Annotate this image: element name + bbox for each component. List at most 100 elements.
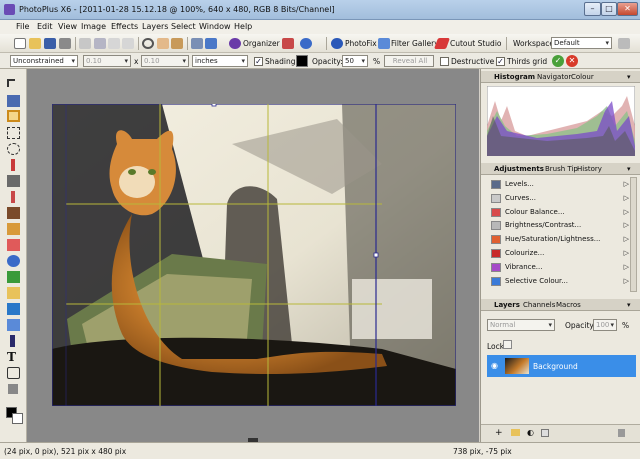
tab-brush-tip[interactable]: Brush Tip	[545, 165, 578, 173]
new-layer-group-icon[interactable]	[511, 429, 520, 436]
workspace-menu-icon[interactable]	[618, 38, 630, 49]
layer-name[interactable]: Background	[533, 362, 578, 371]
layer-opacity-field[interactable]: 100	[593, 319, 617, 331]
menu-view[interactable]: View	[58, 22, 77, 31]
print-icon[interactable]	[59, 38, 71, 49]
bag-icon[interactable]	[282, 38, 294, 49]
close-button[interactable]: ✕	[617, 2, 638, 16]
commit-icon[interactable]: ✓	[552, 55, 564, 67]
add-adjustment-arrow-icon[interactable]: ▷	[624, 206, 629, 219]
new-file-icon[interactable]	[14, 38, 26, 49]
adjustment-layer-icon[interactable]: ◐	[527, 428, 534, 437]
photo-canvas[interactable]	[52, 104, 456, 406]
crop-width-field[interactable]: 0.10	[83, 55, 131, 67]
reveal-all-button[interactable]: Reveal All	[384, 55, 434, 67]
open-folder-icon[interactable]	[29, 38, 41, 49]
thirds-grid-checkbox[interactable]: ✓	[496, 57, 505, 66]
fill-tool-icon[interactable]	[7, 303, 20, 315]
shading-colour-swatch[interactable]	[296, 55, 308, 67]
adjustment-item[interactable]: Vibrance... ▷	[491, 261, 629, 274]
node-edit-tool-icon[interactable]	[8, 384, 18, 394]
tab-layers[interactable]: Layers	[494, 301, 520, 309]
layer-mask-icon[interactable]	[541, 429, 549, 437]
selection-deform-tool-icon[interactable]	[7, 95, 20, 107]
rectangle-selection-tool-icon[interactable]	[7, 127, 20, 139]
menu-file[interactable]: File	[16, 22, 29, 31]
blend-mode-select[interactable]: Normal	[487, 319, 555, 331]
cutout-studio-button[interactable]: Cutout Studio	[450, 39, 502, 48]
maximize-button[interactable]: □	[601, 2, 617, 16]
add-adjustment-arrow-icon[interactable]: ▷	[624, 178, 629, 191]
dodge-tool-icon[interactable]	[7, 287, 20, 299]
lasso-tool-icon[interactable]	[7, 143, 20, 155]
redo-icon[interactable]	[122, 38, 134, 49]
add-adjustment-arrow-icon[interactable]: ▷	[624, 219, 629, 232]
adjustment-item[interactable]: Colourize... ▷	[491, 247, 629, 260]
photofix-button[interactable]: PhotoFix	[345, 39, 377, 48]
delete-layer-icon[interactable]	[618, 429, 625, 437]
menu-effects[interactable]: Effects	[111, 22, 138, 31]
adjustment-item[interactable]: Colour Balance... ▷	[491, 206, 629, 219]
eraser-tool-icon[interactable]	[7, 239, 20, 251]
hand-tool-icon[interactable]	[157, 38, 169, 49]
crop-height-field[interactable]: 0.10	[141, 55, 189, 67]
workspace-select[interactable]: Default	[551, 37, 612, 49]
shading-checkbox[interactable]: ✓	[254, 57, 263, 66]
units-select[interactable]: inches	[192, 55, 248, 67]
minimize-button[interactable]: –	[584, 2, 601, 16]
stamp-tool-icon[interactable]	[7, 223, 20, 235]
brush-picker-icon[interactable]	[191, 38, 203, 49]
ruler-icon[interactable]	[171, 38, 183, 49]
adjustments-scrollbar[interactable]	[630, 177, 637, 292]
menu-layers[interactable]: Layers	[142, 22, 168, 31]
lock-checkbox[interactable]	[503, 340, 512, 349]
paintbrush-tool-icon[interactable]	[7, 207, 20, 219]
zoom-icon[interactable]	[142, 38, 154, 49]
crop-tool-icon[interactable]	[7, 110, 20, 122]
text-tool-icon[interactable]: T	[7, 351, 20, 363]
adjustment-item[interactable]: Hue/Saturation/Lightness... ▷	[491, 233, 629, 246]
colour-pickup-tool-icon[interactable]	[11, 191, 15, 203]
adjustment-item[interactable]: Selective Colour... ▷	[491, 275, 629, 288]
background-colour-swatch[interactable]	[12, 413, 23, 424]
eye-icon[interactable]: ◉	[491, 361, 498, 370]
tab-colour[interactable]: Colour	[571, 73, 594, 81]
cancel-icon[interactable]: ✕	[566, 55, 578, 67]
add-adjustment-arrow-icon[interactable]: ▷	[624, 275, 629, 288]
magic-wand-tool-icon[interactable]	[11, 159, 15, 171]
add-adjustment-arrow-icon[interactable]: ▷	[624, 192, 629, 205]
adjustment-item[interactable]: Levels... ▷	[491, 178, 629, 191]
copy-icon[interactable]	[94, 38, 106, 49]
tab-adjustments[interactable]: Adjustments	[494, 165, 544, 173]
shading-opacity-field[interactable]: 50	[342, 55, 368, 67]
red-eye-tool-icon[interactable]	[7, 255, 20, 267]
organizer-button[interactable]: Organizer	[243, 39, 280, 48]
menu-select[interactable]: Select	[171, 22, 196, 31]
destructive-checkbox[interactable]	[440, 57, 449, 66]
pen-tool-icon[interactable]	[10, 335, 15, 347]
tab-channels[interactable]: Channels	[523, 301, 555, 309]
shape-tool-icon[interactable]	[7, 367, 20, 379]
adjustment-item[interactable]: Curves... ▷	[491, 192, 629, 205]
tab-histogram[interactable]: Histogram	[494, 73, 535, 81]
tab-navigator[interactable]: Navigator	[537, 73, 571, 81]
add-adjustment-arrow-icon[interactable]: ▷	[624, 261, 629, 274]
move-tool-icon[interactable]	[7, 79, 15, 87]
menu-edit[interactable]: Edit	[37, 22, 53, 31]
tab-macros[interactable]: Macros	[556, 301, 581, 309]
pointer-options-icon[interactable]	[205, 38, 217, 49]
canvas-area[interactable]	[27, 69, 479, 442]
add-adjustment-arrow-icon[interactable]: ▷	[624, 233, 629, 246]
clone-tool-icon[interactable]	[7, 175, 20, 187]
smudge-tool-icon[interactable]	[7, 271, 20, 283]
panel-menu-icon[interactable]: ▾	[627, 165, 631, 173]
menu-image[interactable]: Image	[81, 22, 106, 31]
save-icon[interactable]	[44, 38, 56, 49]
panel-menu-icon[interactable]: ▾	[627, 301, 631, 309]
gradient-tool-icon[interactable]	[7, 319, 20, 331]
layer-row-background[interactable]: ◉ Background	[487, 355, 636, 377]
panel-menu-icon[interactable]: ▾	[627, 73, 631, 81]
adjustment-item[interactable]: Brightness/Contrast... ▷	[491, 219, 629, 232]
menu-window[interactable]: Window	[199, 22, 231, 31]
tab-history[interactable]: History	[577, 165, 602, 173]
